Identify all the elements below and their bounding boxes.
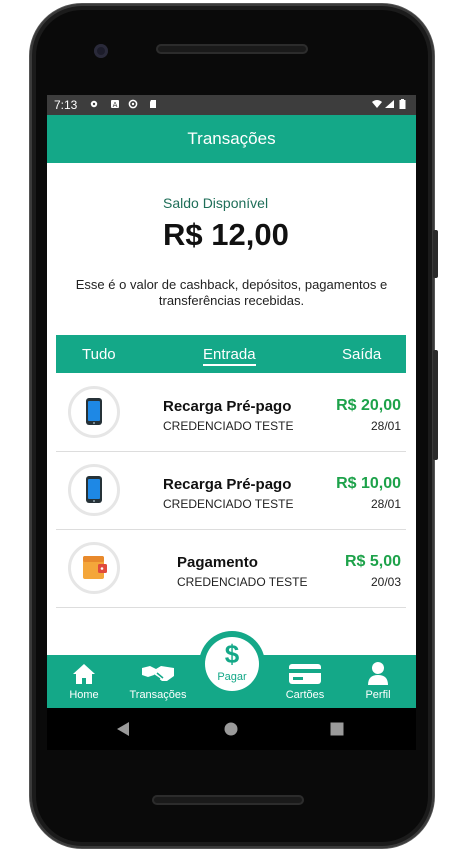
balance-description: Esse é o valor de cashback, depósitos, p… bbox=[67, 277, 396, 309]
home-circle-icon[interactable] bbox=[223, 721, 239, 737]
home-icon bbox=[73, 664, 95, 684]
top-speaker bbox=[156, 44, 308, 54]
transaction-row[interactable]: Pagamento CREDENCIADO TESTE R$ 5,00 20/0… bbox=[56, 529, 406, 608]
front-camera bbox=[94, 44, 108, 58]
battery-icon bbox=[399, 99, 406, 109]
nav-home[interactable]: Home bbox=[61, 655, 107, 708]
transaction-icon-circle bbox=[68, 386, 120, 438]
wifi-icon bbox=[372, 100, 382, 108]
phone-icon bbox=[86, 476, 102, 503]
nav-home-label: Home bbox=[69, 689, 99, 701]
bottom-speaker bbox=[152, 795, 304, 805]
transaction-row[interactable]: Recarga Pré-pago CREDENCIADO TESTE R$ 10… bbox=[56, 451, 406, 530]
sd-card-icon bbox=[150, 100, 156, 108]
transaction-amount: R$ 20,00 bbox=[336, 397, 401, 414]
bottom-navigation: Home Transações $ Pagar Cartões Perfil bbox=[47, 631, 416, 708]
user-icon bbox=[368, 662, 388, 685]
transaction-amount: R$ 10,00 bbox=[336, 475, 401, 492]
transaction-row[interactable]: Recarga Pré-pago CREDENCIADO TESTE R$ 20… bbox=[56, 373, 406, 452]
transaction-date: 28/01 bbox=[370, 497, 401, 511]
nav-transactions[interactable]: Transações bbox=[127, 655, 189, 708]
nav-transactions-label: Transações bbox=[129, 689, 187, 701]
transaction-subtitle: CREDENCIADO TESTE bbox=[163, 419, 294, 433]
dollar-icon: $ bbox=[224, 639, 240, 669]
filter-tabs: Tudo Entrada Saída bbox=[56, 335, 406, 373]
status-time: 7:13 bbox=[54, 98, 78, 112]
transaction-title: Recarga Pré-pago bbox=[163, 476, 292, 493]
status-bar: 7:13 A bbox=[47, 95, 416, 115]
balance-description-line2: transferências recebidas. bbox=[158, 293, 305, 308]
balance-value: R$ 12,00 bbox=[163, 217, 289, 252]
handshake-icon bbox=[142, 666, 174, 681]
nav-cards-label: Cartões bbox=[285, 689, 325, 701]
pay-label: Pagar bbox=[217, 671, 247, 683]
transaction-date: 28/01 bbox=[370, 419, 401, 433]
nav-cards[interactable]: Cartões bbox=[281, 655, 329, 708]
recents-icon[interactable] bbox=[329, 721, 345, 737]
tab-tudo[interactable]: Tudo bbox=[82, 346, 116, 363]
settings-icon bbox=[90, 100, 98, 108]
volume-button bbox=[433, 350, 438, 460]
transaction-title: Recarga Pré-pago bbox=[163, 398, 292, 415]
tab-saida[interactable]: Saída bbox=[342, 346, 381, 363]
transaction-date: 20/03 bbox=[370, 575, 401, 589]
pay-circle: $ Pagar bbox=[205, 637, 259, 691]
balance-label: Saldo Disponível bbox=[163, 195, 269, 211]
notification-a-icon: A bbox=[111, 100, 119, 109]
nav-profile-label: Perfil bbox=[365, 689, 391, 701]
back-icon[interactable] bbox=[115, 721, 131, 737]
transaction-icon-circle bbox=[68, 542, 120, 594]
page-title: Transações bbox=[187, 129, 276, 148]
signal-icon bbox=[385, 100, 394, 108]
sync-icon bbox=[128, 99, 138, 109]
android-nav-bar bbox=[47, 708, 416, 750]
app-screen: 7:13 A Transações Saldo Disponível R$ 12… bbox=[47, 95, 416, 708]
transaction-subtitle: CREDENCIADO TESTE bbox=[177, 575, 308, 589]
transaction-icon-circle bbox=[68, 464, 120, 516]
power-button bbox=[433, 230, 438, 278]
credit-card-icon bbox=[289, 664, 321, 684]
wallet-icon bbox=[83, 556, 107, 579]
tab-entrada[interactable]: Entrada bbox=[203, 346, 256, 366]
app-bar: Transações bbox=[47, 115, 416, 163]
pay-button[interactable]: $ Pagar bbox=[199, 631, 265, 697]
transaction-title: Pagamento bbox=[177, 554, 258, 571]
phone-icon bbox=[86, 398, 102, 425]
transaction-subtitle: CREDENCIADO TESTE bbox=[163, 497, 294, 511]
svg-text:A: A bbox=[113, 101, 118, 109]
nav-profile[interactable]: Perfil bbox=[355, 655, 401, 708]
balance-description-line1: Esse é o valor de cashback, depósitos, p… bbox=[75, 277, 388, 292]
transaction-amount: R$ 5,00 bbox=[344, 553, 401, 570]
